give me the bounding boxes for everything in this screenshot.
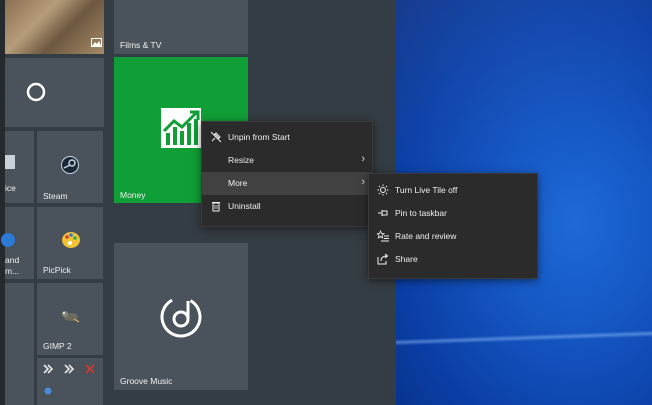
turn-live-tile-off-item[interactable]: Turn Live Tile off [369, 179, 537, 202]
more-item[interactable]: More › [202, 172, 372, 195]
empty-tile-partial [5, 283, 34, 405]
sun-icon [377, 184, 389, 196]
uninstall-item[interactable]: Uninstall [202, 195, 372, 218]
small-app-icon-4 [44, 387, 52, 395]
app-tile-partial[interactable]: and m... [1, 207, 34, 279]
money-tile-label: Money [120, 190, 146, 200]
app-tile-label-2: m... [5, 266, 20, 276]
unpin-from-start-label: Unpin from Start [228, 132, 290, 142]
pin-to-taskbar-item[interactable]: Pin to taskbar [369, 202, 537, 225]
cortana-ring-icon [26, 82, 46, 102]
star-list-icon [377, 230, 389, 242]
more-label: More [228, 178, 248, 188]
gimp-tile-label: GIMP 2 [43, 341, 72, 351]
app-icon [1, 233, 15, 247]
uninstall-label: Uninstall [228, 201, 261, 211]
small-app-icon-2 [64, 364, 74, 374]
rate-and-review-item[interactable]: Rate and review [369, 225, 537, 248]
share-item[interactable]: Share [369, 248, 537, 271]
groove-music-icon [160, 296, 202, 338]
films-tv-tile[interactable]: Films & TV [114, 0, 248, 54]
chevron-right-icon: › [361, 153, 365, 165]
small-tiles-group[interactable] [37, 358, 103, 405]
resize-label: Resize [228, 155, 254, 165]
photo-icon [91, 38, 102, 47]
turn-live-tile-off-label: Turn Live Tile off [395, 185, 458, 195]
rate-and-review-label: Rate and review [395, 231, 457, 241]
pin-to-taskbar-label: Pin to taskbar [395, 208, 447, 218]
more-submenu: Turn Live Tile off Pin to taskbar Rate a… [368, 173, 538, 279]
pin-icon [378, 210, 388, 216]
tile-context-menu: Unpin from Start Resize › More › Uninsta… [201, 121, 373, 227]
picpick-tile[interactable]: PicPick [37, 207, 103, 279]
resize-item[interactable]: Resize › [202, 149, 372, 172]
steam-icon [61, 156, 79, 174]
picpick-tile-label: PicPick [43, 265, 71, 275]
trash-icon [212, 202, 220, 212]
small-app-icon-1 [43, 364, 53, 374]
groove-music-tile-label: Groove Music [120, 376, 173, 386]
office-tile-partial[interactable]: ice [5, 131, 34, 203]
gimp-tile[interactable]: GIMP 2 [37, 283, 103, 355]
palette-icon [62, 232, 80, 248]
app-tile-label-1: and [5, 255, 20, 265]
wallpaper-light-beam [396, 326, 652, 350]
steam-tile-label: Steam [43, 191, 68, 201]
small-app-icon-3 [85, 364, 95, 374]
unpin-icon [210, 131, 222, 143]
steam-tile[interactable]: Steam [37, 131, 103, 203]
photos-tile[interactable] [5, 0, 104, 54]
office-icon [5, 155, 15, 169]
gimp-icon [62, 311, 80, 323]
share-icon [377, 253, 389, 265]
unpin-from-start-item[interactable]: Unpin from Start [202, 126, 372, 149]
chevron-right-icon: › [361, 176, 365, 188]
office-tile-label: ice [5, 183, 16, 193]
cortana-tile[interactable] [5, 58, 104, 127]
groove-music-tile[interactable]: Groove Music [114, 243, 248, 390]
films-tv-tile-label: Films & TV [120, 40, 162, 50]
share-label: Share [395, 254, 418, 264]
money-chart-icon [161, 108, 201, 148]
